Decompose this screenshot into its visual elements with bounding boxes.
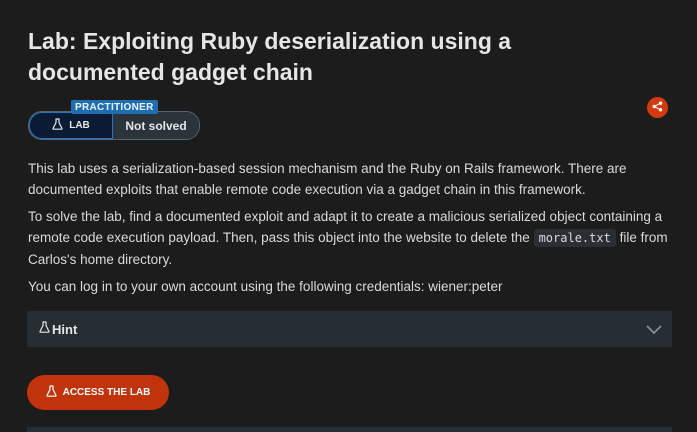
level-badge: PRACTITIONER (71, 100, 158, 114)
description-paragraph: This lab uses a serialization-based sess… (28, 161, 627, 197)
access-lab-button[interactable]: ACCESS THE LAB (27, 375, 169, 410)
chevron-down-icon (646, 321, 662, 342)
filename-code: morale.txt (533, 229, 616, 247)
flask-icon (52, 118, 63, 133)
next-section-edge (27, 427, 672, 432)
flask-icon (39, 320, 50, 338)
page-title: Lab: Exploiting Ruby deserialization usi… (28, 28, 512, 85)
credentials-paragraph: You can log in to your own account using… (28, 279, 503, 294)
lab-page: Lab: Exploiting Ruby deserialization usi… (0, 0, 697, 432)
share-icon (652, 99, 663, 117)
access-lab-label: ACCESS THE LAB (62, 387, 151, 398)
lab-badge: LAB (29, 112, 113, 139)
flask-icon (45, 385, 57, 400)
lab-description: This lab uses a serialization-based sess… (28, 158, 676, 303)
lab-status-row: PRACTITIONER LAB Not solved (28, 100, 200, 140)
lab-badge-label: LAB (69, 120, 90, 131)
lab-status-widget: LAB Not solved (28, 111, 200, 140)
description-paragraph: To solve the lab, find a documented expl… (28, 206, 676, 270)
share-button[interactable] (647, 97, 668, 118)
hint-toggle[interactable]: Hint (27, 311, 672, 347)
status-badge: Not solved (113, 112, 199, 139)
hint-label: Hint (52, 321, 78, 337)
